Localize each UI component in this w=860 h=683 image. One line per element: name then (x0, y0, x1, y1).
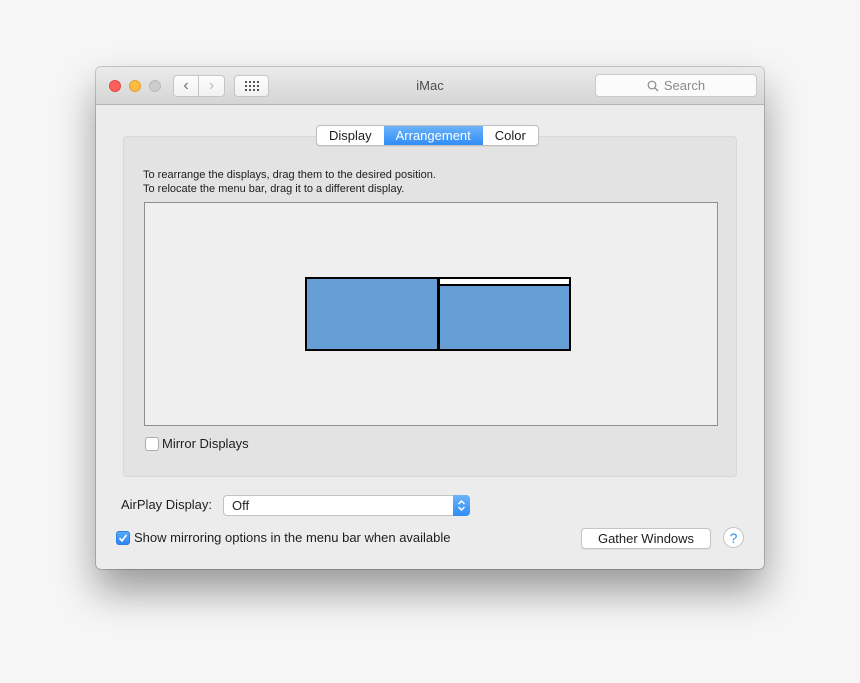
help-icon: ? (729, 529, 738, 546)
show-mirroring-checkbox[interactable] (116, 531, 130, 545)
tab-display[interactable]: Display (317, 126, 384, 145)
updown-arrows-icon (453, 495, 470, 516)
airplay-selected-value: Off (232, 498, 250, 513)
mirror-displays-label: Mirror Displays (162, 436, 249, 451)
tab-bar: Display Arrangement Color (316, 125, 539, 146)
display-2[interactable] (437, 277, 571, 351)
system-preferences-window: ‹ › iMac Search Display Arrangement Colo… (96, 67, 764, 569)
display-1[interactable] (305, 277, 439, 351)
title-bar[interactable]: ‹ › iMac Search (96, 67, 764, 105)
search-field[interactable]: Search (595, 74, 757, 97)
show-mirroring-label: Show mirroring options in the menu bar w… (134, 530, 451, 545)
instructions: To rearrange the displays, drag them to … (143, 168, 436, 196)
airplay-display-select[interactable]: Off (223, 495, 470, 516)
help-button[interactable]: ? (723, 527, 744, 548)
search-icon (647, 80, 659, 91)
mirror-displays-checkbox[interactable] (145, 437, 159, 451)
gather-windows-button[interactable]: Gather Windows (581, 528, 711, 549)
tab-arrangement[interactable]: Arrangement (383, 126, 483, 145)
instruction-menu-bar: To relocate the menu bar, drag it to a d… (143, 183, 405, 195)
display-arrangement-area (144, 202, 718, 426)
search-placeholder: Search (663, 78, 706, 93)
instruction-rearrange: To rearrange the displays, drag them to … (143, 169, 436, 181)
airplay-display-label: AirPlay Display: (121, 497, 213, 512)
menu-bar-handle[interactable] (440, 279, 569, 286)
tab-color[interactable]: Color (483, 126, 538, 145)
checkmark-icon (118, 534, 128, 543)
